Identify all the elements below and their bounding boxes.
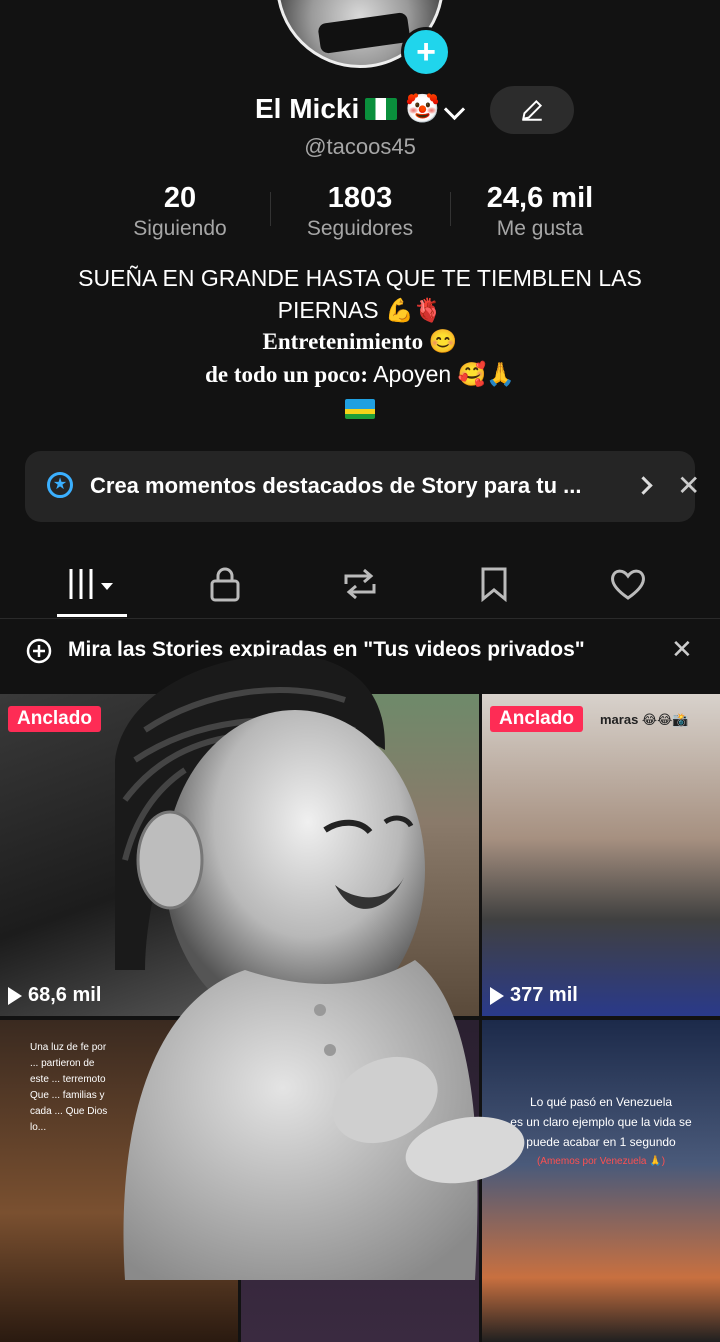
- active-tab-indicator: [57, 614, 127, 617]
- profile-name[interactable]: El Micki 🤡: [255, 92, 440, 125]
- edit-profile-button[interactable]: [490, 86, 574, 134]
- tab-private[interactable]: [195, 555, 255, 613]
- chevron-down-icon[interactable]: [443, 98, 466, 121]
- add-story-button[interactable]: +: [401, 27, 451, 77]
- nigeria-flag-icon: [365, 98, 398, 120]
- rwanda-flag-icon: [345, 398, 375, 419]
- repost-icon: [344, 568, 376, 600]
- clown-emoji-icon: 🤡: [405, 93, 440, 124]
- divider: [270, 192, 271, 226]
- close-banner-button[interactable]: ✕: [677, 469, 700, 502]
- tab-divider: [0, 618, 720, 619]
- chevron-right-icon[interactable]: [634, 476, 653, 495]
- profile-stats: 20 Siguiendo 1803 Seguidores 24,6 mil Me…: [90, 182, 630, 242]
- heart-icon: [611, 569, 645, 600]
- username: @tacoos45: [304, 134, 416, 159]
- following-stat[interactable]: 20 Siguiendo: [90, 182, 270, 242]
- pencil-icon: [522, 99, 543, 121]
- tab-favorites[interactable]: [464, 555, 524, 613]
- close-notice-button[interactable]: ✕: [671, 634, 693, 665]
- profile-bio: SUEÑA EN GRANDE HASTA QUE TE TIEMBLEN LA…: [40, 262, 680, 423]
- likes-stat[interactable]: 24,6 mil Me gusta: [450, 182, 630, 242]
- tab-liked[interactable]: [598, 555, 658, 613]
- bookmark-icon: [481, 567, 507, 602]
- profile-name-row: El Micki 🤡: [0, 88, 720, 132]
- baby-sticker-overlay: [115, 654, 525, 1280]
- profile-tabs: [0, 555, 720, 619]
- star-icon: ★: [47, 472, 73, 498]
- tab-videos[interactable]: [62, 555, 122, 613]
- play-icon: [8, 986, 22, 1005]
- grid-icon: [69, 569, 113, 599]
- lock-icon: [210, 567, 240, 602]
- story-highlights-banner[interactable]: ★ Crea momentos destacados de Story para…: [25, 451, 700, 522]
- tab-reposts[interactable]: [330, 555, 390, 613]
- followers-stat[interactable]: 1803 Seguidores: [270, 182, 450, 242]
- divider: [450, 192, 451, 226]
- story-plus-icon: [26, 638, 52, 664]
